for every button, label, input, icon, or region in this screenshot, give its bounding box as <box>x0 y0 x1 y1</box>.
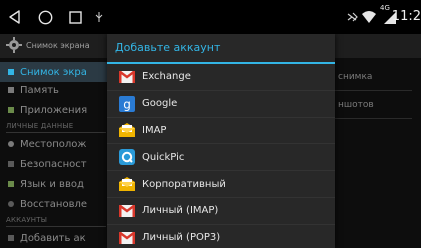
sidebar-item-security[interactable]: Безопасност <box>0 154 108 174</box>
account-type-label: Личный (IMAP) <box>142 205 219 217</box>
account-type-label: Корпоративный <box>142 178 226 190</box>
section-header-accounts: АККАУНТЫ <box>6 216 48 224</box>
sidebar-item-label: Местополож <box>20 138 87 150</box>
bluetooth-off-icon <box>347 0 359 34</box>
right-panel-text: снимка <box>338 72 373 82</box>
email-envelope-icon <box>119 122 135 138</box>
language-icon <box>8 181 14 187</box>
storage-icon <box>8 87 14 93</box>
sidebar-item-add-account[interactable]: Добавить ак <box>0 228 108 248</box>
account-type-personal-imap[interactable]: Личный (IMAP) <box>107 198 335 225</box>
sidebar-item-label: Добавить ак <box>20 232 86 244</box>
network-type-label: 4G <box>380 4 390 12</box>
clock: 11:2 <box>391 9 421 24</box>
right-panel-divider <box>332 90 412 91</box>
back-icon[interactable] <box>0 0 30 34</box>
sidebar-item-label: Безопасност <box>20 158 87 170</box>
google-icon: g <box>119 95 135 112</box>
sidebar-item-label: Снимок экра <box>20 66 87 78</box>
gmail-icon <box>119 230 135 246</box>
sidebar-item-storage[interactable]: Память <box>0 80 108 100</box>
quickpic-icon <box>119 149 135 166</box>
add-icon <box>8 235 14 241</box>
settings-gear-icon[interactable] <box>6 37 22 53</box>
account-type-label: Личный (POP3) <box>142 232 221 244</box>
gmail-icon <box>119 69 135 85</box>
section-divider <box>6 226 106 227</box>
sidebar-item-screenshot[interactable]: Снимок экра <box>0 62 108 82</box>
apps-icon <box>8 107 14 113</box>
sidebar-item-label: Восстановле <box>20 198 88 210</box>
account-type-label: Google <box>142 98 178 110</box>
svg-text:g: g <box>123 97 131 111</box>
status-bar: 4G 11:2 <box>0 0 421 34</box>
recents-icon[interactable] <box>60 0 90 34</box>
dialog-title: Добавьте аккаунт <box>115 41 221 54</box>
account-type-exchange[interactable]: Exchange <box>107 64 335 91</box>
wifi-icon <box>362 0 376 34</box>
sidebar-item-apps[interactable]: Приложения <box>0 100 108 120</box>
account-type-imap[interactable]: IMAP <box>107 118 335 145</box>
section-divider <box>6 132 106 133</box>
sidebar-item-label: Память <box>20 84 59 96</box>
usb-icon <box>95 0 103 34</box>
location-icon <box>8 141 14 147</box>
section-header-personal: ЛИЧНЫЕ ДАННЫЕ <box>6 122 74 130</box>
account-type-personal-pop3[interactable]: Личный (POP3) <box>107 225 335 248</box>
sidebar-item-label: Язык и ввод <box>20 178 84 190</box>
account-type-quickpic[interactable]: QuickPic <box>107 144 335 172</box>
account-type-list: Exchange g Google IMAP QuickPic Корпорат… <box>107 64 335 248</box>
right-panel-text: ншотов <box>338 100 374 110</box>
sidebar-item-location[interactable]: Местополож <box>0 134 108 154</box>
gmail-icon <box>119 203 135 219</box>
add-account-dialog: Добавьте аккаунт Exchange g Google IMAP … <box>107 34 335 248</box>
sidebar-item-backup[interactable]: Восстановле <box>0 194 108 214</box>
settings-header-title: Снимок экрана <box>26 41 90 50</box>
account-type-corporate[interactable]: Корпоративный <box>107 171 335 198</box>
account-type-label: QuickPic <box>142 151 185 163</box>
home-icon[interactable] <box>30 0 60 34</box>
sidebar-item-label: Приложения <box>20 104 88 116</box>
backup-icon <box>8 201 14 207</box>
account-type-label: IMAP <box>142 124 167 136</box>
security-icon <box>8 161 14 167</box>
screenshot-icon <box>8 69 14 75</box>
account-type-label: Exchange <box>142 71 191 83</box>
account-type-google[interactable]: g Google <box>107 91 335 118</box>
sidebar-item-language[interactable]: Язык и ввод <box>0 174 108 194</box>
settings-sidebar: Снимок экра Память Приложения ЛИЧНЫЕ ДАН… <box>0 58 108 248</box>
email-envelope-icon <box>119 176 135 192</box>
right-panel-divider <box>332 118 412 119</box>
